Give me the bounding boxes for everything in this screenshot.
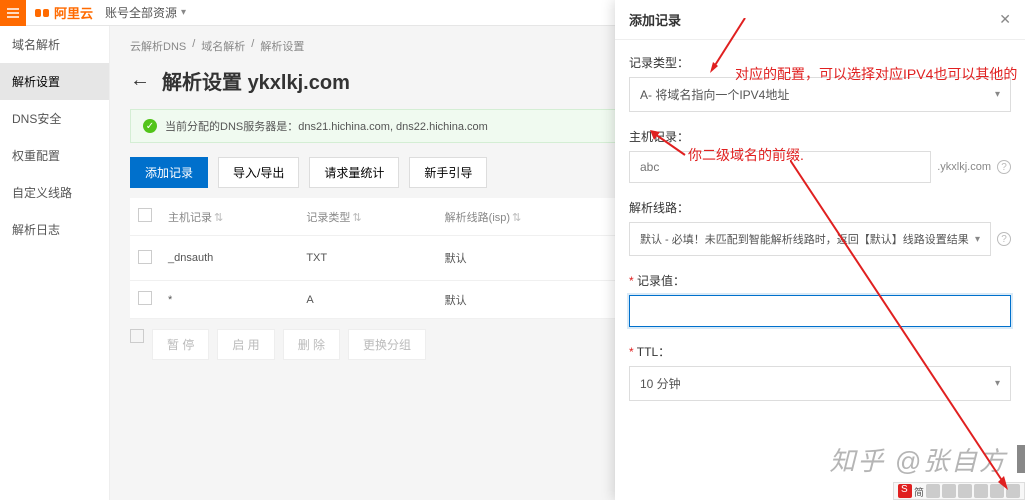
drawer-title: 添加记录 [629,10,681,29]
guide-button[interactable]: 新手引导 [409,157,487,188]
record-type-select[interactable]: A- 将域名指向一个IPV4地址▾ [629,77,1011,112]
cell-host: _dnsauth [160,236,298,281]
record-value-input[interactable] [629,295,1011,327]
sort-icon[interactable]: ⇅ [512,212,521,224]
page-title: 解析设置 ykxlkj.com [162,66,350,95]
ime-toolbar[interactable]: 简 [893,482,1025,500]
cell-host: * [160,281,298,319]
enable-button: 启 用 [217,329,274,360]
sidebar-item-dns-security[interactable]: DNS安全 [0,100,109,137]
domain-suffix: .ykxlkj.com [937,161,991,173]
watermark: 知乎 @张自方 [829,441,1007,478]
select-all-checkbox[interactable] [138,208,152,222]
row-checkbox[interactable] [138,291,152,305]
add-record-button[interactable]: 添加记录 [130,157,208,188]
sidebar-item-custom-line[interactable]: 自定义线路 [0,174,109,211]
account-selector[interactable]: 账号全部资源▾ [105,4,186,21]
help-icon[interactable]: ? [997,160,1011,174]
ttl-label: TTL： [629,343,1011,360]
change-group-button: 更换分组 [348,329,426,360]
add-record-drawer: 添加记录 ✕ 记录类型： A- 将域名指向一个IPV4地址▾ 主机记录： .yk… [615,0,1025,500]
cell-type: TXT [298,236,436,281]
row-checkbox[interactable] [138,250,152,264]
chevron-down-icon: ▾ [975,234,980,245]
scrollbar-thumb[interactable] [1017,445,1025,473]
cell-line: 默认 [437,236,617,281]
sidebar: 域名解析 解析设置 DNS安全 权重配置 自定义线路 解析日志 [0,26,110,500]
help-icon[interactable]: ? [997,232,1011,246]
sidebar-item-weight[interactable]: 权重配置 [0,137,109,174]
check-icon: ✓ [143,119,157,133]
sidebar-item-domain-dns[interactable]: 域名解析 [0,26,109,63]
chevron-down-icon: ▾ [995,378,1000,389]
cell-type: A [298,281,436,319]
select-all-bottom[interactable] [130,329,144,343]
ime-icon[interactable] [958,484,972,498]
chevron-down-icon: ▾ [181,7,186,18]
ime-icon[interactable] [926,484,940,498]
close-icon[interactable]: ✕ [999,11,1011,28]
resolve-line-select[interactable]: 默认 - 必填！未匹配到智能解析线路时，返回【默认】线路设置结果▾ [629,222,991,256]
host-record-label: 主机记录： [629,128,1011,145]
delete-button: 删 除 [283,329,340,360]
crumb-2[interactable]: 域名解析 [201,38,245,54]
ime-sogou-icon[interactable] [898,484,912,498]
record-value-label: 记录值： [629,272,1011,289]
import-export-button[interactable]: 导入/导出 [218,157,299,188]
ime-icon[interactable] [990,484,1004,498]
host-record-input[interactable] [629,151,931,183]
resolve-line-label: 解析线路： [629,199,1011,216]
crumb-3[interactable]: 解析设置 [260,38,304,54]
sidebar-item-resolve-log[interactable]: 解析日志 [0,211,109,248]
logo: 阿里云 [34,3,93,22]
crumb-1[interactable]: 云解析DNS [130,38,186,54]
cell-line: 默认 [437,281,617,319]
request-stats-button[interactable]: 请求量统计 [309,157,399,188]
ime-icon[interactable] [974,484,988,498]
ttl-select[interactable]: 10 分钟▾ [629,366,1011,401]
ime-icon[interactable] [942,484,956,498]
back-arrow-icon[interactable]: ← [130,69,150,92]
sort-icon[interactable]: ⇅ [214,212,223,224]
sidebar-item-resolve-settings[interactable]: 解析设置 [0,63,109,100]
record-type-label: 记录类型： [629,54,1011,71]
ime-icon[interactable] [1006,484,1020,498]
sort-icon[interactable]: ⇅ [352,212,361,224]
menu-burger[interactable] [0,0,26,26]
pause-button: 暂 停 [152,329,209,360]
chevron-down-icon: ▾ [995,89,1000,100]
